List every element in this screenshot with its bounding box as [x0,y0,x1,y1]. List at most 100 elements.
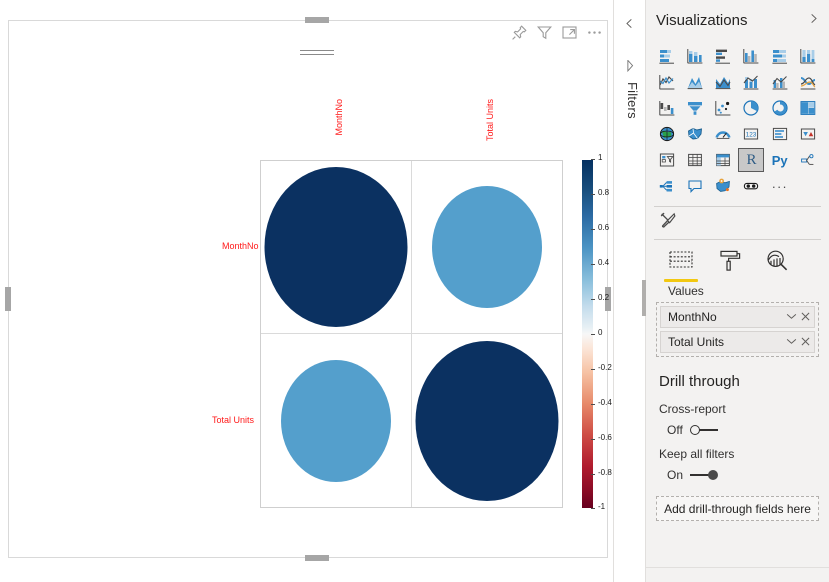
format-tools-icon[interactable] [659,211,677,234]
analytics-tab[interactable] [764,248,790,282]
focus-mode-icon[interactable] [561,24,578,41]
r-script-visual-container[interactable]: MonthNo Total Units MonthNo Total Units [8,20,608,558]
drill-through-title: Drill through [646,357,829,392]
tab-selected-underline [664,279,698,282]
row-label-total-units: Total Units [212,415,254,425]
format-tools-row[interactable] [646,207,829,237]
viz-icon-waterfall-chart[interactable] [654,96,680,120]
viz-icon-more-options[interactable]: ··· [767,174,793,198]
svg-text:123: 123 [746,131,757,138]
viz-icon-key-influencers[interactable] [654,174,680,198]
correlation-circle [432,186,542,308]
r-glyph: R [746,152,756,169]
viz-icon-multi-row-card[interactable] [767,122,793,146]
resize-handle-top[interactable] [305,17,329,23]
matrix-grid [260,160,563,508]
viz-icon-table[interactable] [682,148,708,172]
row-label-monthno: MonthNo [222,241,259,251]
viz-icon-kpi[interactable] [795,122,821,146]
fields-tab[interactable] [668,248,694,282]
viz-icon-stacked-bar-chart[interactable] [654,44,680,68]
field-chip-monthno[interactable]: MonthNo [660,306,815,328]
viz-icon-matrix[interactable] [710,148,736,172]
viz-icon-filled-map[interactable] [682,122,708,146]
viz-icon-azure-map[interactable] [710,174,736,198]
correlation-matrix-plot: MonthNo Total Units MonthNo Total Units [9,47,607,557]
viz-icon-ribbon-chart[interactable] [795,70,821,94]
ellipsis-glyph: ··· [772,179,788,194]
chevron-right-icon[interactable] [808,12,819,27]
viz-icon-decomposition-tree[interactable] [795,148,821,172]
drill-through-fields-dropzone[interactable]: Add drill-through fields here [656,496,819,521]
visualizations-pane-header: Visualizations [646,0,829,40]
correlation-circle [264,167,407,327]
column-label-monthno: MonthNo [334,99,344,136]
viz-icon-card[interactable]: 123 [738,122,764,146]
pane-bottom-divider [646,567,829,568]
format-tab[interactable] [716,248,742,282]
viz-icon-r-script-visual[interactable]: R [738,148,764,172]
filter-icon[interactable] [536,24,553,41]
matrix-cell-monthno-monthno [261,161,412,334]
chevron-left-icon[interactable] [624,17,635,32]
keep-all-filters-state: On [667,468,683,482]
cross-report-state: Off [667,423,683,437]
viz-icon-scatter-chart[interactable] [710,96,736,120]
viz-icon-funnel-chart[interactable] [682,96,708,120]
viz-icon-pie-chart[interactable] [738,96,764,120]
column-label-total-units: Total Units [485,99,495,141]
viz-icon-100-stacked-column-chart[interactable] [795,44,821,68]
chevron-down-icon[interactable] [782,337,801,347]
power-bi-report-editor: MonthNo Total Units MonthNo Total Units [0,0,829,582]
correlation-circle [281,360,391,482]
cross-report-toggle[interactable] [690,424,718,436]
pane-title: Visualizations [656,12,747,29]
viz-icon-line-chart[interactable] [654,70,680,94]
viz-icon-area-chart[interactable] [682,70,708,94]
pane-scrollbar[interactable] [642,280,646,316]
field-format-analytics-tabs[interactable] [646,240,829,282]
viz-grid-empty-slot [795,174,821,198]
matrix-cell-monthno-totalunits [412,161,563,334]
matrix-cell-totalunits-totalunits [412,334,563,507]
viz-icon-python-visual[interactable]: Py [767,148,793,172]
viz-icon-slicer[interactable] [654,148,680,172]
viz-icon-map[interactable] [654,122,680,146]
keep-all-filters-toggle[interactable] [690,469,718,481]
keep-all-filters-toggle-row[interactable]: On [646,461,829,482]
more-options-icon[interactable] [586,24,603,41]
close-icon[interactable] [801,335,810,349]
pin-icon[interactable] [511,24,528,41]
viz-icon-line-and-stacked-column-chart[interactable] [738,70,764,94]
field-well-label: Values [646,282,829,302]
viz-icon-get-more-visuals[interactable] [738,174,764,198]
keep-all-filters-label: Keep all filters [646,437,829,461]
viz-icon-donut-chart[interactable] [767,96,793,120]
viz-icon-stacked-area-chart[interactable] [710,70,736,94]
cross-report-toggle-row[interactable]: Off [646,416,829,437]
viz-icon-clustered-column-chart[interactable] [738,44,764,68]
field-chip-total-units[interactable]: Total Units [660,331,815,353]
viz-icon-line-and-clustered-column-chart[interactable] [767,70,793,94]
chevron-down-icon[interactable] [782,312,801,322]
viz-icon-gauge[interactable] [710,122,736,146]
viz-icon-treemap[interactable] [795,96,821,120]
visual-action-toolbar[interactable] [511,24,603,41]
field-chip-name: Total Units [668,335,782,349]
py-glyph: Py [772,153,788,168]
values-field-well[interactable]: MonthNo Total Units [656,302,819,357]
cross-report-label: Cross-report [646,392,829,416]
visualizations-pane[interactable]: Visualizations [646,0,829,582]
viz-icon-stacked-column-chart[interactable] [682,44,708,68]
visual-type-gallery[interactable]: 123 R Py [646,40,829,204]
matrix-cell-totalunits-monthno [261,334,412,507]
filter-funnel-icon[interactable] [623,60,638,80]
visual-header [9,21,607,47]
viz-icon-clustered-bar-chart[interactable] [710,44,736,68]
close-icon[interactable] [801,310,810,324]
report-canvas[interactable]: MonthNo Total Units MonthNo Total Units [0,0,613,582]
field-chip-name: MonthNo [668,310,782,324]
viz-icon-smart-narrative[interactable] [682,174,708,198]
viz-icon-100-stacked-bar-chart[interactable] [767,44,793,68]
filters-pane-title: Filters [625,82,640,119]
